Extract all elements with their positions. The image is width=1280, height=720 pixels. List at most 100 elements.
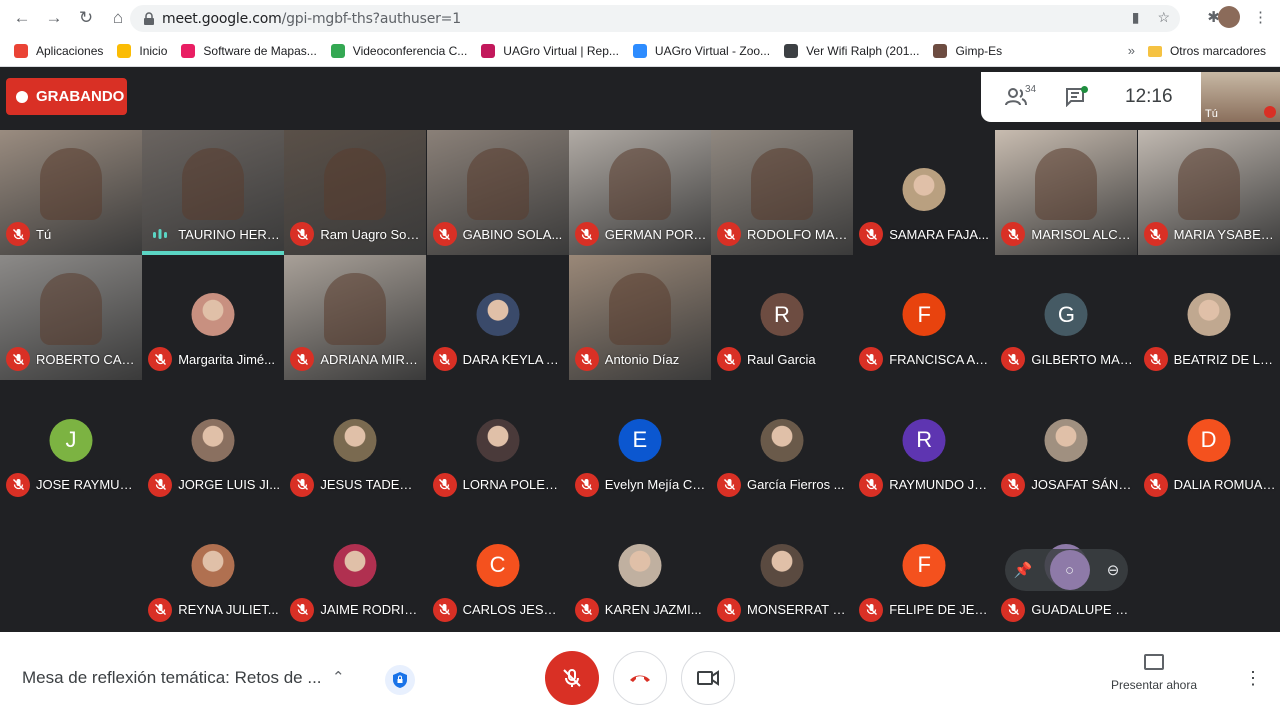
participant-tile[interactable]: ADRIANA MIRA... [284, 255, 427, 381]
participant-tile[interactable]: MARIA YSABEL... [1137, 130, 1280, 255]
speaking-indicator-icon [148, 222, 172, 246]
host-controls-shield-icon[interactable] [385, 665, 415, 695]
more-options-icon[interactable]: ⋮ [1244, 668, 1262, 689]
participant-photo-avatar [1044, 418, 1088, 462]
participant-name: ADRIANA MIRA... [320, 351, 423, 367]
participant-tile[interactable]: MARISOL ALCO... [995, 130, 1138, 255]
remove-participant-icon[interactable]: ⊖ [1107, 561, 1120, 579]
participant-name-row: REYNA JULIET... [148, 597, 280, 622]
chat-button[interactable] [1065, 86, 1088, 107]
microphone-off-button[interactable] [545, 651, 599, 705]
participant-tile[interactable]: ROBERTO CAÑ... [0, 255, 142, 381]
people-button[interactable]: 34 [1005, 84, 1036, 106]
participant-tile[interactable]: F FRANCISCA AL... [853, 255, 995, 380]
participant-tile[interactable]: BEATRIZ DE LO... [1138, 255, 1280, 380]
mic-off-icon [717, 597, 741, 622]
present-screen-icon [1144, 654, 1164, 670]
participant-tile[interactable]: G GILBERTO MAR... [995, 255, 1137, 380]
forward-icon[interactable]: → [42, 6, 66, 30]
meeting-title[interactable]: Mesa de reflexión temática: Retos de ... [22, 668, 322, 688]
back-icon[interactable]: ← [10, 6, 34, 30]
participant-name: MONSERRAT M... [747, 602, 849, 618]
participant-tile[interactable]: Tú [0, 130, 142, 255]
bookmark-item[interactable]: Gimp-Es [933, 44, 1002, 58]
participant-photo-avatar [191, 418, 235, 462]
participant-tile[interactable]: R RAYMUNDO JU... [853, 381, 995, 506]
participant-tile[interactable]: LORNA POLET ... [427, 381, 569, 506]
participant-photo-avatar [333, 543, 377, 587]
participant-tile[interactable]: R Raul Garcia [711, 255, 853, 380]
mic-off-icon [6, 472, 30, 497]
mic-off-icon [432, 472, 457, 497]
participant-tile[interactable]: RODOLFO MAU... [711, 130, 853, 255]
participant-tile[interactable]: D DALIA ROMUAL... [1138, 381, 1280, 506]
folder-icon [1147, 45, 1162, 57]
profile-avatar[interactable] [1218, 6, 1240, 28]
participant-tile[interactable]: DARA KEYLA A... [427, 255, 569, 380]
self-view-thumbnail[interactable]: Tú [1201, 72, 1280, 122]
participant-tile[interactable]: E Evelyn Mejía Ca... [569, 381, 711, 506]
leave-call-button[interactable] [613, 651, 667, 705]
participant-tile[interactable]: Antonio Díaz [568, 255, 711, 381]
bookmark-item[interactable]: Aplicaciones [14, 44, 103, 58]
camera-button[interactable] [681, 651, 735, 705]
participant-tile[interactable]: KAREN JAZMI... [569, 506, 711, 631]
participant-tile[interactable]: TAURINO HERN... [142, 130, 285, 255]
mute-participant-icon[interactable]: ○ [1049, 550, 1090, 590]
participant-photo-avatar [760, 543, 804, 587]
bookmark-item[interactable]: UAGro Virtual - Zoo... [632, 44, 770, 58]
bookmark-star-icon[interactable]: ☆ [1157, 9, 1170, 26]
participant-name-row: FRANCISCA AL... [859, 347, 991, 372]
other-bookmarks[interactable]: Otros marcadores [1147, 44, 1266, 58]
bookmark-item[interactable]: Inicio [117, 44, 167, 58]
participant-name-row: Evelyn Mejía Ca... [574, 472, 707, 497]
bookmark-item[interactable]: Videoconferencia C... [330, 44, 467, 58]
participant-tile[interactable]: JAIME RODRIG... [284, 506, 426, 631]
participant-tile[interactable]: SAMARA FAJA... [853, 130, 995, 255]
participant-tile[interactable]: REYNA JULIET... [142, 506, 284, 631]
participant-tile[interactable]: Ram Uagro Soc... [284, 130, 427, 255]
participant-initial-avatar: R [902, 418, 946, 462]
meeting-clock: 12:16 [1125, 86, 1173, 107]
home-icon[interactable]: ⌂ [106, 6, 130, 30]
browser-menu-icon[interactable]: ⋮ [1253, 8, 1268, 26]
participant-name-row: MONSERRAT M... [717, 597, 849, 622]
mic-off-icon [574, 222, 599, 246]
bookmark-favicon-icon [632, 44, 647, 58]
participant-tile[interactable]: C CARLOS JESUS... [427, 506, 569, 631]
participant-name-row: SAMARA FAJA... [859, 222, 991, 246]
bookmark-item[interactable]: UAGro Virtual | Rep... [481, 44, 619, 58]
participant-tile[interactable]: JESUS TADEO ... [284, 381, 426, 506]
participant-tile[interactable]: GABINO SOLA... [426, 130, 569, 255]
mic-off-icon [1143, 347, 1168, 372]
participant-tile[interactable]: MONSERRAT M... [711, 506, 853, 631]
bookmark-item[interactable]: Software de Mapas... [181, 44, 317, 58]
participant-video-figure [324, 273, 387, 346]
participant-name-row: GABINO SOLA... [432, 222, 565, 246]
bookmark-favicon-icon [117, 44, 132, 58]
participant-photo-avatar [618, 543, 662, 587]
present-now-button[interactable]: Presentar ahora [1104, 654, 1204, 692]
participant-tile[interactable]: Margarita Jimé... [142, 255, 284, 380]
participant-name-row: Antonio Díaz [574, 347, 707, 372]
chevron-up-icon[interactable]: ⌃ [332, 668, 345, 686]
more-bookmarks-icon[interactable]: » [1128, 43, 1135, 58]
bookmark-favicon-icon [933, 44, 948, 58]
pin-icon[interactable]: 📌 [1014, 561, 1033, 579]
mic-off-icon [717, 222, 741, 246]
bookmark-favicon-icon [181, 44, 196, 58]
participant-tile[interactable]: J JOSE RAYMUN... [0, 381, 142, 506]
hang-up-icon [630, 675, 650, 682]
participant-name-row: MARIA YSABEL... [1143, 222, 1276, 246]
address-bar[interactable]: meet.google.com/gpi-mgbf-ths?authuser=1 … [130, 5, 1180, 32]
participant-tile[interactable]: JORGE LUIS JI... [142, 381, 284, 506]
participant-tile[interactable]: JOSAFAT SÁNC... [995, 381, 1137, 506]
participant-tile[interactable]: García Fierros ... [711, 381, 853, 506]
participant-name-row: DARA KEYLA A... [432, 347, 565, 372]
bookmark-item[interactable]: Ver Wifi Ralph (201... [784, 44, 919, 58]
participant-tile[interactable]: F FELIPE DE JES... [853, 506, 995, 631]
reload-icon[interactable]: ↻ [74, 6, 98, 30]
mic-off-icon [290, 222, 315, 246]
camera-in-use-icon[interactable]: ▮ [1132, 9, 1140, 26]
participant-tile[interactable]: GERMAN PORT... [568, 130, 711, 255]
